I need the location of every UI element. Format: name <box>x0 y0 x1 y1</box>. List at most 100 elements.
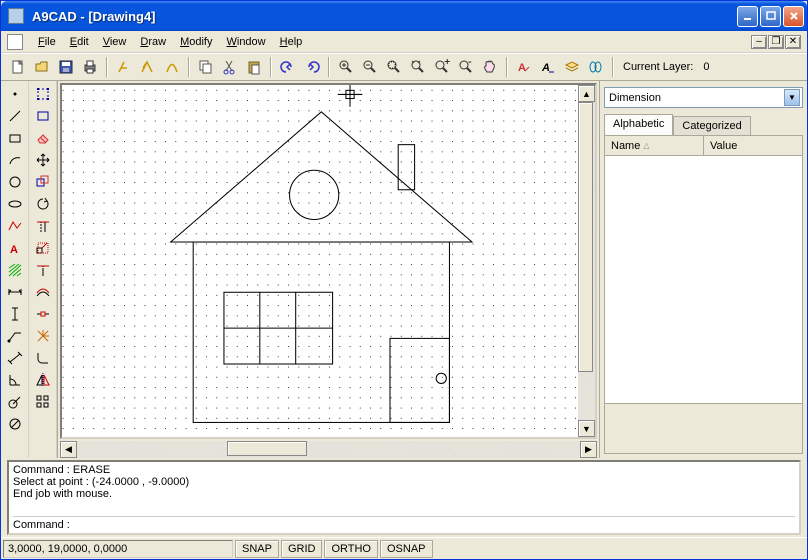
rotate-tool[interactable] <box>31 193 55 215</box>
minimize-button[interactable] <box>737 6 758 27</box>
cut-button[interactable] <box>219 56 241 78</box>
move-tool[interactable] <box>31 149 55 171</box>
dimension-align-tool[interactable] <box>3 347 27 369</box>
redo-button[interactable] <box>301 56 323 78</box>
undo-button[interactable] <box>277 56 299 78</box>
menu-modify[interactable]: Modify <box>173 34 219 50</box>
current-layer-label: Current Layer: <box>619 61 697 73</box>
tool-b-button[interactable] <box>137 56 159 78</box>
fillet-tool[interactable] <box>31 347 55 369</box>
extend-tool[interactable] <box>31 259 55 281</box>
offset-tool[interactable] <box>31 281 55 303</box>
paste-button[interactable] <box>243 56 265 78</box>
circle-tool[interactable] <box>3 171 27 193</box>
horizontal-scrollbar[interactable]: ◀ ▶ <box>60 441 597 458</box>
menu-file[interactable]: File <box>31 34 63 50</box>
close-button[interactable] <box>783 6 804 27</box>
point-tool[interactable] <box>3 83 27 105</box>
print-button[interactable] <box>79 56 101 78</box>
menu-help[interactable]: Help <box>273 34 310 50</box>
modify-toolbar <box>29 81 57 458</box>
tab-categorized[interactable]: Categorized <box>673 116 750 135</box>
current-layer-value: 0 <box>699 61 713 73</box>
rectangle-tool[interactable] <box>3 127 27 149</box>
zoom-extents-button[interactable] <box>407 56 429 78</box>
mdi-restore-button[interactable]: ❐ <box>768 35 784 49</box>
snap-toggle[interactable]: SNAP <box>235 540 279 558</box>
column-value[interactable]: Value <box>704 136 802 155</box>
vertical-scrollbar[interactable]: ▲ ▼ <box>578 85 595 437</box>
pan-button[interactable] <box>479 56 501 78</box>
polyline-tool[interactable] <box>3 215 27 237</box>
app-window: A9CAD - [Drawing4] File Edit View Draw M… <box>0 0 808 560</box>
break-tool[interactable] <box>31 303 55 325</box>
dimension-diameter-tool[interactable] <box>3 413 27 435</box>
menu-draw[interactable]: Draw <box>133 34 173 50</box>
copy-object-tool[interactable] <box>31 171 55 193</box>
zoom-realtime-button[interactable]: + <box>431 56 453 78</box>
hatch-tool[interactable] <box>3 259 27 281</box>
mdi-document-icon[interactable] <box>7 34 23 50</box>
new-file-button[interactable] <box>7 56 29 78</box>
column-name[interactable]: Name △ <box>605 136 704 155</box>
mdi-minimize-button[interactable]: – <box>751 35 767 49</box>
explode-tool[interactable] <box>31 325 55 347</box>
tab-alphabetic[interactable]: Alphabetic <box>604 114 673 135</box>
command-prompt[interactable]: Command : <box>13 516 795 531</box>
dimension-angle-tool[interactable] <box>3 369 27 391</box>
scale-tool[interactable] <box>31 237 55 259</box>
svg-text:-: - <box>468 59 472 68</box>
scroll-up-button[interactable]: ▲ <box>578 85 595 102</box>
zoom-prev-button[interactable]: - <box>455 56 477 78</box>
leader-tool[interactable] <box>3 325 27 347</box>
osnap-toggle[interactable]: OSNAP <box>380 540 433 558</box>
draw-toolbar: A <box>1 81 29 458</box>
select-tool[interactable] <box>31 83 55 105</box>
line-tool[interactable] <box>3 105 27 127</box>
ortho-toggle[interactable]: ORTHO <box>324 540 378 558</box>
chevron-down-icon[interactable]: ▼ <box>784 89 800 106</box>
object-type-combo[interactable]: Dimension ▼ <box>604 87 803 108</box>
scroll-left-button[interactable]: ◀ <box>60 441 77 458</box>
mirror-tool[interactable] <box>31 369 55 391</box>
arc-tool[interactable] <box>3 149 27 171</box>
titlebar[interactable]: A9CAD - [Drawing4] <box>1 1 807 31</box>
erase-tool[interactable] <box>31 127 55 149</box>
save-button[interactable] <box>55 56 77 78</box>
mdi-close-button[interactable]: ✕ <box>785 35 801 49</box>
scroll-down-button[interactable]: ▼ <box>578 420 595 437</box>
command-window[interactable]: Command : ERASE Select at point : (-24.0… <box>7 460 801 535</box>
window-title: A9CAD - [Drawing4] <box>28 9 737 24</box>
zoom-out-button[interactable] <box>359 56 381 78</box>
zoom-window-button[interactable] <box>383 56 405 78</box>
menu-window[interactable]: Window <box>219 34 272 50</box>
drawing-canvas[interactable]: ▲ ▼ <box>60 83 597 439</box>
properties-grid: Name △ Value <box>604 135 803 454</box>
text-black-button[interactable]: A <box>537 56 559 78</box>
content-area: A <box>1 81 807 458</box>
ellipse-tool[interactable] <box>3 193 27 215</box>
select-rect-tool[interactable] <box>31 105 55 127</box>
tool-c-button[interactable] <box>161 56 183 78</box>
dimension-tool[interactable] <box>3 281 27 303</box>
tool-a-button[interactable] <box>113 56 135 78</box>
copy-button[interactable] <box>195 56 217 78</box>
menu-edit[interactable]: Edit <box>63 34 96 50</box>
dimension-radius-tool[interactable] <box>3 391 27 413</box>
maximize-button[interactable] <box>760 6 781 27</box>
scroll-right-button[interactable]: ▶ <box>580 441 597 458</box>
zoom-in-button[interactable] <box>335 56 357 78</box>
dimension-v-tool[interactable] <box>3 303 27 325</box>
layers-button[interactable] <box>561 56 583 78</box>
layers-alt-button[interactable] <box>585 56 607 78</box>
text-red-button[interactable]: A <box>513 56 535 78</box>
array-tool[interactable] <box>31 391 55 413</box>
trim-tool[interactable] <box>31 215 55 237</box>
text-tool[interactable]: A <box>3 237 27 259</box>
status-coordinates: 3,0000, 19,0000, 0,0000 <box>3 540 233 558</box>
svg-text:A: A <box>518 62 526 74</box>
menu-view[interactable]: View <box>96 34 134 50</box>
grid-toggle[interactable]: GRID <box>281 540 323 558</box>
open-file-button[interactable] <box>31 56 53 78</box>
properties-tabstrip: Alphabetic Categorized <box>604 114 803 135</box>
